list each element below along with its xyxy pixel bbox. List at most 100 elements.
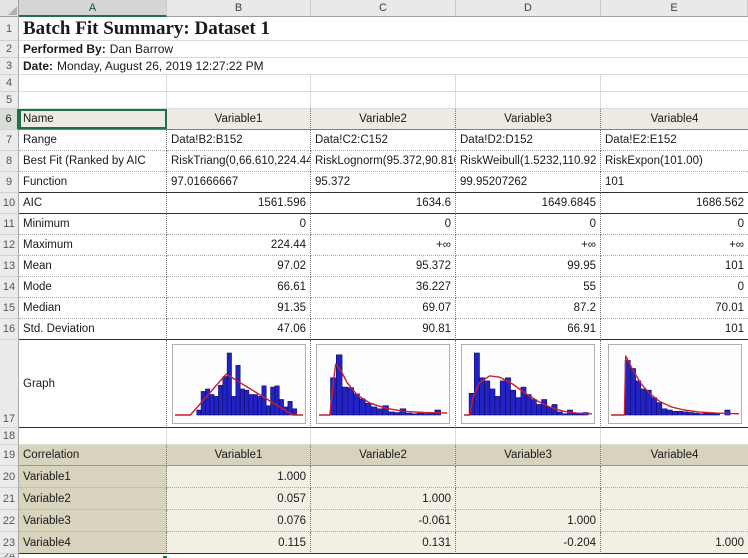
stats-cell-variable2-row13[interactable]: 95.372 (311, 256, 456, 277)
correlation-cell-variable4-row20[interactable] (601, 466, 748, 488)
stats-header-variable4[interactable]: Variable4 (601, 109, 748, 130)
cell-a2-performed-by[interactable]: Performed By: Dan Barrow (19, 41, 748, 58)
empty-cell[interactable] (601, 428, 748, 445)
stats-label-cell[interactable]: Function (19, 172, 167, 193)
stats-cell-variable2-row9[interactable]: 95.372 (311, 172, 456, 193)
stats-cell-variable1-row15[interactable]: 91.35 (167, 298, 311, 319)
correlation-cell-variable2-row23[interactable]: 0.131 (311, 532, 456, 554)
correlation-cell-variable4-row22[interactable] (601, 510, 748, 532)
empty-cell[interactable] (456, 428, 601, 445)
graph-cell-variable3[interactable] (456, 340, 601, 428)
stats-label-cell[interactable]: Mode (19, 277, 167, 298)
row-header-1[interactable]: 1 (0, 17, 19, 41)
correlation-label-cell[interactable]: Variable3 (19, 510, 167, 532)
column-header-d[interactable]: D (456, 0, 601, 17)
correlation-cell-variable3-row22[interactable]: 1.000 (456, 510, 601, 532)
stats-cell-variable1-row13[interactable]: 97.02 (167, 256, 311, 277)
correlation-cell-variable4-row21[interactable] (601, 488, 748, 510)
correlation-header-variable3[interactable]: Variable3 (456, 445, 601, 466)
column-header-c[interactable]: C (311, 0, 456, 17)
row-header-7[interactable]: 7 (0, 130, 19, 151)
correlation-cell-variable4-row23[interactable]: 1.000 (601, 532, 748, 554)
correlation-label-cell[interactable]: Variable4 (19, 532, 167, 554)
graph-cell-variable4[interactable] (601, 340, 748, 428)
stats-cell-variable3-row13[interactable]: 99.95 (456, 256, 601, 277)
empty-cell[interactable] (167, 92, 311, 109)
empty-cell[interactable] (311, 428, 456, 445)
row-header-8[interactable]: 8 (0, 151, 19, 172)
stats-cell-variable3-row15[interactable]: 87.2 (456, 298, 601, 319)
row-header-19[interactable]: 19 (0, 445, 19, 466)
stats-cell-variable2-row11[interactable]: 0 (311, 214, 456, 235)
stats-cell-variable1-row10[interactable]: 1561.596 (167, 193, 311, 214)
stats-cell-variable4-row13[interactable]: 101 (601, 256, 748, 277)
stats-cell-variable3-row7[interactable]: Data!D2:D152 (456, 130, 601, 151)
cell-a1-report-title[interactable]: Batch Fit Summary: Dataset 1 (19, 17, 748, 41)
stats-label-cell[interactable]: Best Fit (Ranked by AIC (19, 151, 167, 172)
row-header-17[interactable]: 17 (0, 340, 19, 428)
correlation-cell-variable3-row23[interactable]: -0.204 (456, 532, 601, 554)
row-header-5[interactable]: 5 (0, 92, 19, 109)
column-header-a[interactable]: A (19, 0, 167, 17)
empty-cell[interactable] (601, 75, 748, 92)
stats-cell-variable1-row9[interactable]: 97.01666667 (167, 172, 311, 193)
stats-label-cell[interactable]: Mean (19, 256, 167, 277)
column-header-b[interactable]: B (167, 0, 311, 17)
row-header-23[interactable]: 23 (0, 532, 19, 554)
stats-cell-variable3-row16[interactable]: 66.91 (456, 319, 601, 340)
correlation-label-cell[interactable]: Variable2 (19, 488, 167, 510)
empty-cell[interactable] (456, 92, 601, 109)
empty-cell[interactable] (19, 92, 167, 109)
stats-cell-variable2-row14[interactable]: 36.227 (311, 277, 456, 298)
stats-cell-variable3-row8[interactable]: RiskWeibull(1.5232,110.92 (456, 151, 601, 172)
stats-cell-variable4-row16[interactable]: 101 (601, 319, 748, 340)
empty-cell[interactable] (19, 554, 748, 558)
empty-cell[interactable] (311, 75, 456, 92)
stats-cell-variable1-row14[interactable]: 66.61 (167, 277, 311, 298)
correlation-label-cell[interactable]: Variable1 (19, 466, 167, 488)
row-header-3[interactable]: 3 (0, 58, 19, 75)
row-header-10[interactable]: 10 (0, 193, 19, 214)
histogram-chart-variable1[interactable] (172, 344, 306, 424)
stats-cell-variable1-row8[interactable]: RiskTriang(0,66.610,224.44) (167, 151, 311, 172)
correlation-cell-variable3-row21[interactable] (456, 488, 601, 510)
empty-cell[interactable] (311, 92, 456, 109)
selected-cell-a6-name[interactable]: Name (19, 109, 167, 130)
graph-row-label[interactable]: Graph (19, 340, 167, 428)
histogram-chart-variable3[interactable] (461, 344, 595, 424)
stats-cell-variable2-row10[interactable]: 1634.6 (311, 193, 456, 214)
cell-a3-date[interactable]: Date: Monday, August 26, 2019 12:27:22 P… (19, 58, 748, 75)
stats-cell-variable3-row9[interactable]: 99.95207262 (456, 172, 601, 193)
correlation-cell-variable2-row21[interactable]: 1.000 (311, 488, 456, 510)
stats-cell-variable3-row10[interactable]: 1649.6845 (456, 193, 601, 214)
stats-header-variable1[interactable]: Variable1 (167, 109, 311, 130)
stats-cell-variable1-row7[interactable]: Data!B2:B152 (167, 130, 311, 151)
correlation-header-variable1[interactable]: Variable1 (167, 445, 311, 466)
empty-cell[interactable] (167, 75, 311, 92)
row-header-13[interactable]: 13 (0, 256, 19, 277)
row-header-14[interactable]: 14 (0, 277, 19, 298)
row-header-4[interactable]: 4 (0, 75, 19, 92)
stats-cell-variable4-row14[interactable]: 0 (601, 277, 748, 298)
stats-label-cell[interactable]: Range (19, 130, 167, 151)
empty-cell[interactable] (167, 428, 311, 445)
graph-cell-variable2[interactable] (311, 340, 456, 428)
stats-label-cell[interactable]: AIC (19, 193, 167, 214)
stats-cell-variable3-row14[interactable]: 55 (456, 277, 601, 298)
stats-cell-variable3-row11[interactable]: 0 (456, 214, 601, 235)
row-header-15[interactable]: 15 (0, 298, 19, 319)
correlation-cell-variable2-row20[interactable] (311, 466, 456, 488)
correlation-header-label[interactable]: Correlation (19, 445, 167, 466)
row-header-24[interactable]: 24 (0, 554, 19, 558)
stats-label-cell[interactable]: Minimum (19, 214, 167, 235)
stats-cell-variable2-row15[interactable]: 69.07 (311, 298, 456, 319)
stats-cell-variable4-row9[interactable]: 101 (601, 172, 748, 193)
graph-cell-variable1[interactable] (167, 340, 311, 428)
correlation-cell-variable1-row20[interactable]: 1.000 (167, 466, 311, 488)
stats-cell-variable4-row10[interactable]: 1686.562 (601, 193, 748, 214)
stats-cell-variable4-row15[interactable]: 70.01 (601, 298, 748, 319)
stats-header-variable2[interactable]: Variable2 (311, 109, 456, 130)
row-header-22[interactable]: 22 (0, 510, 19, 532)
stats-header-variable3[interactable]: Variable3 (456, 109, 601, 130)
column-header-e[interactable]: E (601, 0, 748, 17)
